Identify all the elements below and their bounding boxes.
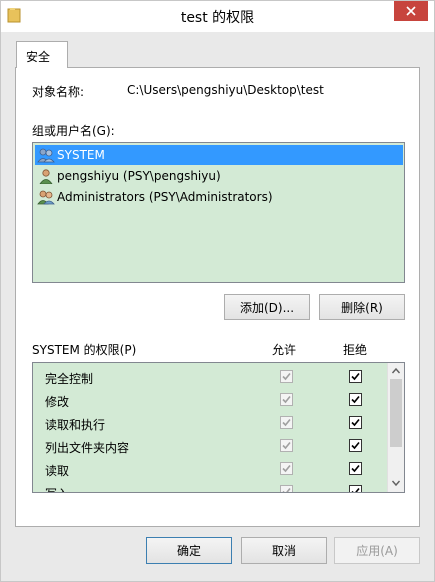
deny-checkbox[interactable] — [349, 416, 362, 429]
deny-column-header: 拒绝 — [343, 343, 368, 357]
list-item[interactable]: SYSTEM — [35, 145, 403, 165]
check-icon — [282, 441, 291, 450]
permissions-label: SYSTEM 的权限(P) — [32, 343, 137, 357]
cancel-button-label: 取消 — [271, 544, 296, 558]
permission-name: 完全控制 — [45, 372, 94, 386]
list-item[interactable]: Administrators (PSY\Administrators) — [35, 187, 403, 207]
list-item[interactable]: pengshiyu (PSY\pengshiyu) — [35, 166, 403, 186]
check-icon — [282, 487, 291, 492]
close-icon — [406, 6, 416, 16]
check-icon — [351, 464, 360, 473]
allow-checkbox — [280, 485, 293, 492]
permission-name: 写入 — [45, 485, 69, 492]
add-button[interactable]: 添加(D)... — [224, 294, 310, 320]
cancel-button[interactable]: 取消 — [241, 537, 327, 564]
permissions-window: test 的权限 安全 对象名称: C:\Users\pengshiyu\Des… — [0, 0, 435, 582]
check-icon — [282, 418, 291, 427]
group-name: Administrators (PSY\Administrators) — [57, 190, 273, 204]
table-row: 读取和执行 — [33, 412, 387, 435]
check-icon — [351, 418, 360, 427]
check-icon — [351, 395, 360, 404]
deny-checkbox[interactable] — [349, 370, 362, 383]
group-icon — [37, 148, 55, 163]
permission-name: 修改 — [45, 395, 70, 409]
object-name-value: C:\Users\pengshiyu\Desktop\test — [127, 83, 324, 97]
check-icon — [282, 372, 291, 381]
check-icon — [282, 395, 291, 404]
window-title: test 的权限 — [180, 10, 255, 26]
allow-checkbox — [280, 370, 293, 383]
table-row: 写入 — [33, 481, 387, 492]
allow-column-header: 允许 — [272, 343, 297, 357]
deny-checkbox[interactable] — [349, 439, 362, 452]
object-name-label: 对象名称: — [32, 85, 85, 99]
deny-checkbox[interactable] — [349, 485, 362, 492]
check-icon — [351, 441, 360, 450]
group-icon — [37, 190, 55, 205]
user-icon — [39, 169, 53, 184]
permissions-scrollbar[interactable] — [387, 363, 404, 492]
tab-security-label: 安全 — [26, 50, 51, 64]
close-button[interactable] — [394, 1, 428, 21]
allow-checkbox — [280, 439, 293, 452]
allow-checkbox — [280, 416, 293, 429]
check-icon — [282, 464, 291, 473]
table-row: 修改 — [33, 389, 387, 412]
check-icon — [351, 487, 360, 492]
ok-button[interactable]: 确定 — [146, 537, 232, 564]
ok-button-label: 确定 — [176, 544, 201, 558]
title-bar[interactable]: test 的权限 — [1, 1, 434, 32]
group-name: SYSTEM — [57, 148, 105, 162]
deny-checkbox[interactable] — [349, 462, 362, 475]
tab-security[interactable]: 安全 — [16, 41, 68, 68]
check-icon — [351, 372, 360, 381]
scroll-down-icon[interactable] — [391, 478, 401, 488]
scroll-up-icon[interactable] — [391, 366, 401, 376]
group-list-label: 组或用户名(G): — [32, 124, 115, 138]
deny-checkbox[interactable] — [349, 393, 362, 406]
permission-name: 读取和执行 — [45, 418, 106, 432]
add-button-label: 添加(D)... — [239, 300, 295, 315]
permissions-list[interactable]: 完全控制 修改 读取和执行 列出文件夹内容 读取 — [32, 362, 405, 493]
scroll-thumb[interactable] — [390, 379, 402, 447]
table-row: 完全控制 — [33, 366, 387, 389]
table-row: 列出文件夹内容 — [33, 435, 387, 458]
user-name: pengshiyu (PSY\pengshiyu) — [57, 169, 221, 183]
allow-checkbox — [280, 393, 293, 406]
group-user-list[interactable]: SYSTEM pengshiyu (PSY\pengshiyu) Adminis… — [32, 142, 405, 283]
remove-button[interactable]: 删除(R) — [319, 294, 405, 320]
apply-button-label: 应用(A) — [356, 544, 398, 558]
allow-checkbox — [280, 462, 293, 475]
security-panel: 对象名称: C:\Users\pengshiyu\Desktop\test 组或… — [15, 67, 420, 527]
remove-button-label: 删除(R) — [341, 300, 383, 315]
apply-button[interactable]: 应用(A) — [334, 537, 420, 564]
table-row: 读取 — [33, 458, 387, 481]
permission-name: 读取 — [45, 464, 70, 478]
permission-name: 列出文件夹内容 — [45, 441, 130, 455]
